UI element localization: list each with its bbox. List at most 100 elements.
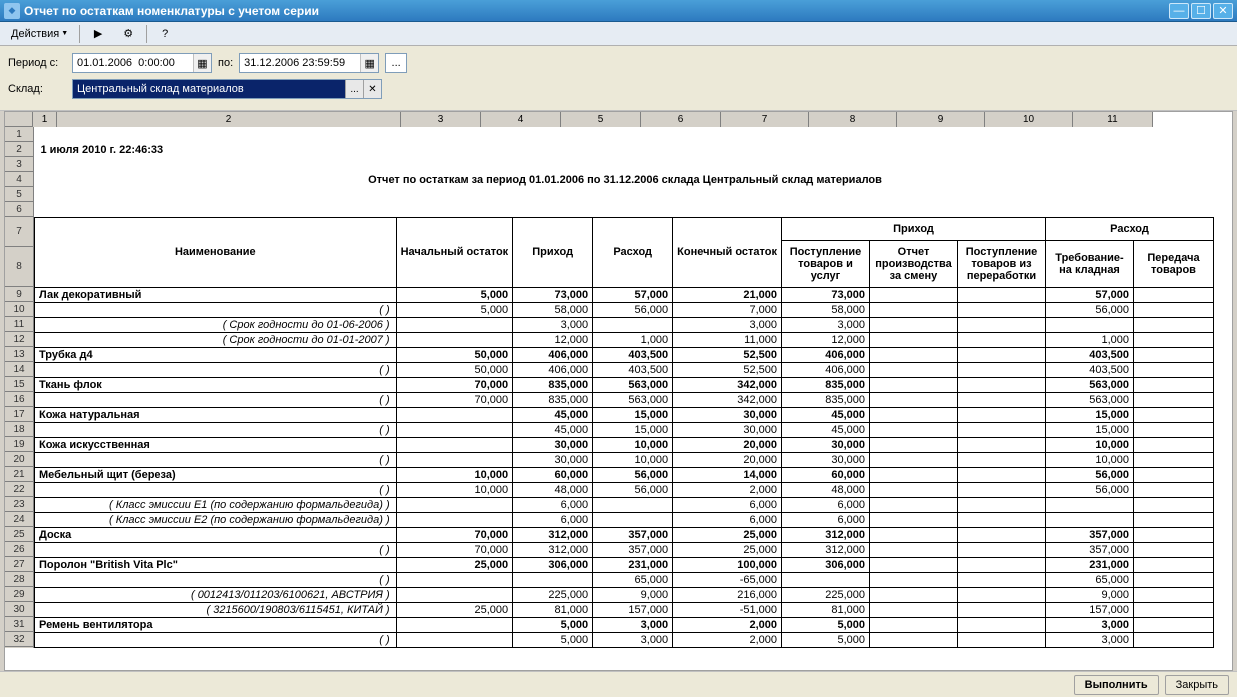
row-header[interactable]: 8	[5, 247, 33, 287]
row-header[interactable]: 14	[5, 362, 33, 377]
row-header[interactable]: 23	[5, 497, 33, 512]
cell-value: 56,000	[1046, 482, 1134, 497]
table-row[interactable]: Доска70,000312,000357,00025,000312,00035…	[35, 527, 1214, 542]
row-header[interactable]: 29	[5, 587, 33, 602]
table-row[interactable]: Ремень вентилятора5,0003,0002,0005,0003,…	[35, 617, 1214, 632]
row-header[interactable]: 16	[5, 392, 33, 407]
table-row[interactable]: ( )50,000406,000403,50052,500406,000403,…	[35, 362, 1214, 377]
period-picker-button[interactable]: ...	[385, 53, 407, 73]
col-header[interactable]: 5	[561, 112, 641, 127]
row-header[interactable]: 11	[5, 317, 33, 332]
row-header[interactable]: 28	[5, 572, 33, 587]
table-row[interactable]: ( 0012413/011203/6100621, АВСТРИЯ )225,0…	[35, 587, 1214, 602]
warehouse-select[interactable]: Центральный склад материалов ... ✕	[72, 79, 382, 99]
cell-value: 10,000	[1046, 437, 1134, 452]
table-row[interactable]: ( Класс эмиссии Е1 (по содержанию формал…	[35, 497, 1214, 512]
period-to-input[interactable]	[240, 57, 360, 69]
table-row[interactable]: ( )65,000-65,00065,000	[35, 572, 1214, 587]
row-header[interactable]: 27	[5, 557, 33, 572]
cell-value: 6,000	[513, 512, 593, 527]
period-from-input[interactable]	[73, 57, 193, 69]
cell-value: 12,000	[782, 332, 870, 347]
table-row[interactable]: Мебельный щит (береза)10,00060,00056,000…	[35, 467, 1214, 482]
row-header[interactable]: 25	[5, 527, 33, 542]
period-from-calendar-button[interactable]: ▦	[193, 54, 211, 72]
table-row[interactable]: Трубка д450,000406,000403,50052,500406,0…	[35, 347, 1214, 362]
col-header[interactable]: 2	[57, 112, 401, 127]
cell-value: 306,000	[513, 557, 593, 572]
cell-value: 835,000	[782, 377, 870, 392]
settings-button[interactable]: ⚙	[114, 24, 142, 44]
col-header[interactable]: 7	[721, 112, 809, 127]
row-header[interactable]: 17	[5, 407, 33, 422]
table-row[interactable]: ( )10,00048,00056,0002,00048,00056,000	[35, 482, 1214, 497]
table-row[interactable]: Ткань флок70,000835,000563,000342,000835…	[35, 377, 1214, 392]
table-row[interactable]: Кожа натуральная45,00015,00030,00045,000…	[35, 407, 1214, 422]
row-header[interactable]: 10	[5, 302, 33, 317]
row-header[interactable]: 19	[5, 437, 33, 452]
minimize-button[interactable]: —	[1169, 3, 1189, 19]
table-row[interactable]: ( )5,00058,00056,0007,00058,00056,000	[35, 302, 1214, 317]
row-header[interactable]: 12	[5, 332, 33, 347]
row-header[interactable]: 7	[5, 217, 33, 247]
row-header[interactable]: 3	[5, 157, 33, 172]
warehouse-open-button[interactable]: ...	[345, 80, 363, 98]
row-header[interactable]: 2	[5, 142, 33, 157]
row-header[interactable]: 15	[5, 377, 33, 392]
table-row[interactable]: ( )70,000312,000357,00025,000312,000357,…	[35, 542, 1214, 557]
spreadsheet-area[interactable]: 1234567891011 12345678910111213141516171…	[4, 111, 1233, 671]
row-header[interactable]: 32	[5, 632, 33, 647]
row-header[interactable]: 22	[5, 482, 33, 497]
warehouse-clear-button[interactable]: ✕	[363, 80, 381, 98]
table-row[interactable]: ( )70,000835,000563,000342,000835,000563…	[35, 392, 1214, 407]
table-row[interactable]: ( Срок годности до 01-01-2007 )12,0001,0…	[35, 332, 1214, 347]
row-header[interactable]: 30	[5, 602, 33, 617]
row-header[interactable]: 20	[5, 452, 33, 467]
col-header[interactable]: 11	[1073, 112, 1153, 127]
row-header[interactable]: 21	[5, 467, 33, 482]
row-header[interactable]: 1	[5, 127, 33, 142]
col-header[interactable]: 8	[809, 112, 897, 127]
table-row[interactable]: ( )45,00015,00030,00045,00015,000	[35, 422, 1214, 437]
row-header[interactable]: 4	[5, 172, 33, 187]
col-header[interactable]: 1	[33, 112, 57, 127]
row-header[interactable]: 13	[5, 347, 33, 362]
cell-value	[1134, 392, 1214, 407]
refresh-button[interactable]: ▶	[84, 24, 112, 44]
col-header[interactable]: 3	[401, 112, 481, 127]
cell-name: Кожа искусственная	[35, 437, 397, 452]
table-row[interactable]: Поролон "British Vita Plc"25,000306,0002…	[35, 557, 1214, 572]
row-header[interactable]: 9	[5, 287, 33, 302]
cell-value: 6,000	[782, 512, 870, 527]
col-header[interactable]: 9	[897, 112, 985, 127]
cell-value	[870, 362, 958, 377]
cell-value	[870, 602, 958, 617]
cell-name: ( Срок годности до 01-01-2007 )	[35, 332, 397, 347]
cell-value	[870, 617, 958, 632]
col-header[interactable]: 4	[481, 112, 561, 127]
period-to-calendar-button[interactable]: ▦	[360, 54, 378, 72]
table-row[interactable]: ( )5,0003,0002,0005,0003,000	[35, 632, 1214, 647]
row-header[interactable]: 5	[5, 187, 33, 202]
calendar-icon: ▦	[197, 57, 207, 70]
run-button[interactable]: Выполнить	[1074, 675, 1159, 695]
table-row[interactable]: Лак декоративный5,00073,00057,00021,0007…	[35, 287, 1214, 302]
close-button[interactable]: ✕	[1213, 3, 1233, 19]
actions-menu[interactable]: Действия▼	[4, 25, 75, 43]
table-row[interactable]: Кожа искусственная30,00010,00020,00030,0…	[35, 437, 1214, 452]
row-header[interactable]: 26	[5, 542, 33, 557]
row-header[interactable]: 18	[5, 422, 33, 437]
help-button[interactable]: ?	[151, 24, 179, 44]
col-header[interactable]: 10	[985, 112, 1073, 127]
table-row[interactable]: ( Срок годности до 01-06-2006 )3,0003,00…	[35, 317, 1214, 332]
row-header[interactable]: 24	[5, 512, 33, 527]
table-row[interactable]: ( Класс эмиссии Е2 (по содержанию формал…	[35, 512, 1214, 527]
row-header[interactable]: 6	[5, 202, 33, 217]
cell-value	[870, 482, 958, 497]
close-window-button[interactable]: Закрыть	[1165, 675, 1229, 695]
table-row[interactable]: ( )30,00010,00020,00030,00010,000	[35, 452, 1214, 467]
row-header[interactable]: 31	[5, 617, 33, 632]
table-row[interactable]: ( 3215600/190803/6115451, КИТАЙ )25,0008…	[35, 602, 1214, 617]
maximize-button[interactable]: ☐	[1191, 3, 1211, 19]
col-header[interactable]: 6	[641, 112, 721, 127]
